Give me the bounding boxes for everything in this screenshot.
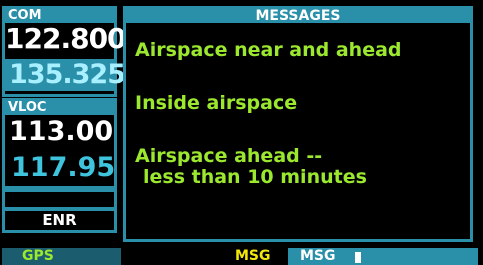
message-item-continuation: less than 10 minutes [143,166,367,188]
gps-display-screen: COM 122.800 135.325 VLOC 113.00 117.95 E… [0,0,483,265]
frequency-column: COM 122.800 135.325 VLOC 113.00 117.95 E… [0,0,127,265]
status-bar: GPS MSG MSG [0,246,483,265]
msg-annunciator: MSG [195,248,288,265]
vloc-active-frequency: 113.00 [9,116,114,147]
com-label: COM [5,9,114,23]
com-active-frequency: 122.800 [5,22,127,55]
com-frequency-panel[interactable]: COM 122.800 135.325 [2,6,127,97]
vloc-label: VLOC [5,101,114,115]
message-item: Airspace ahead -- [135,145,323,167]
flight-phase-annunciator: ENR [2,207,117,233]
messages-title: MESSAGES [126,9,470,23]
msg-annunciator-label: MSG [235,248,271,264]
page-cursor-icon [355,252,361,263]
vloc-frequency-panel[interactable]: VLOC 113.00 117.95 [2,98,117,189]
gps-mode-label: GPS [22,248,54,264]
gps-mode-tab[interactable]: GPS [2,248,121,265]
vloc-standby-frequency[interactable]: 117.95 [7,153,115,183]
com-standby-field[interactable]: 135.325 [5,59,126,91]
message-item: Airspace near and ahead [135,39,402,61]
msg-page-label: MSG [300,248,336,264]
com-standby-frequency: 135.325 [9,59,126,90]
message-item: Inside airspace [135,92,298,114]
msg-page-indicator: MSG [288,248,478,265]
messages-window: MESSAGES Airspace near and ahead Inside … [123,6,473,242]
